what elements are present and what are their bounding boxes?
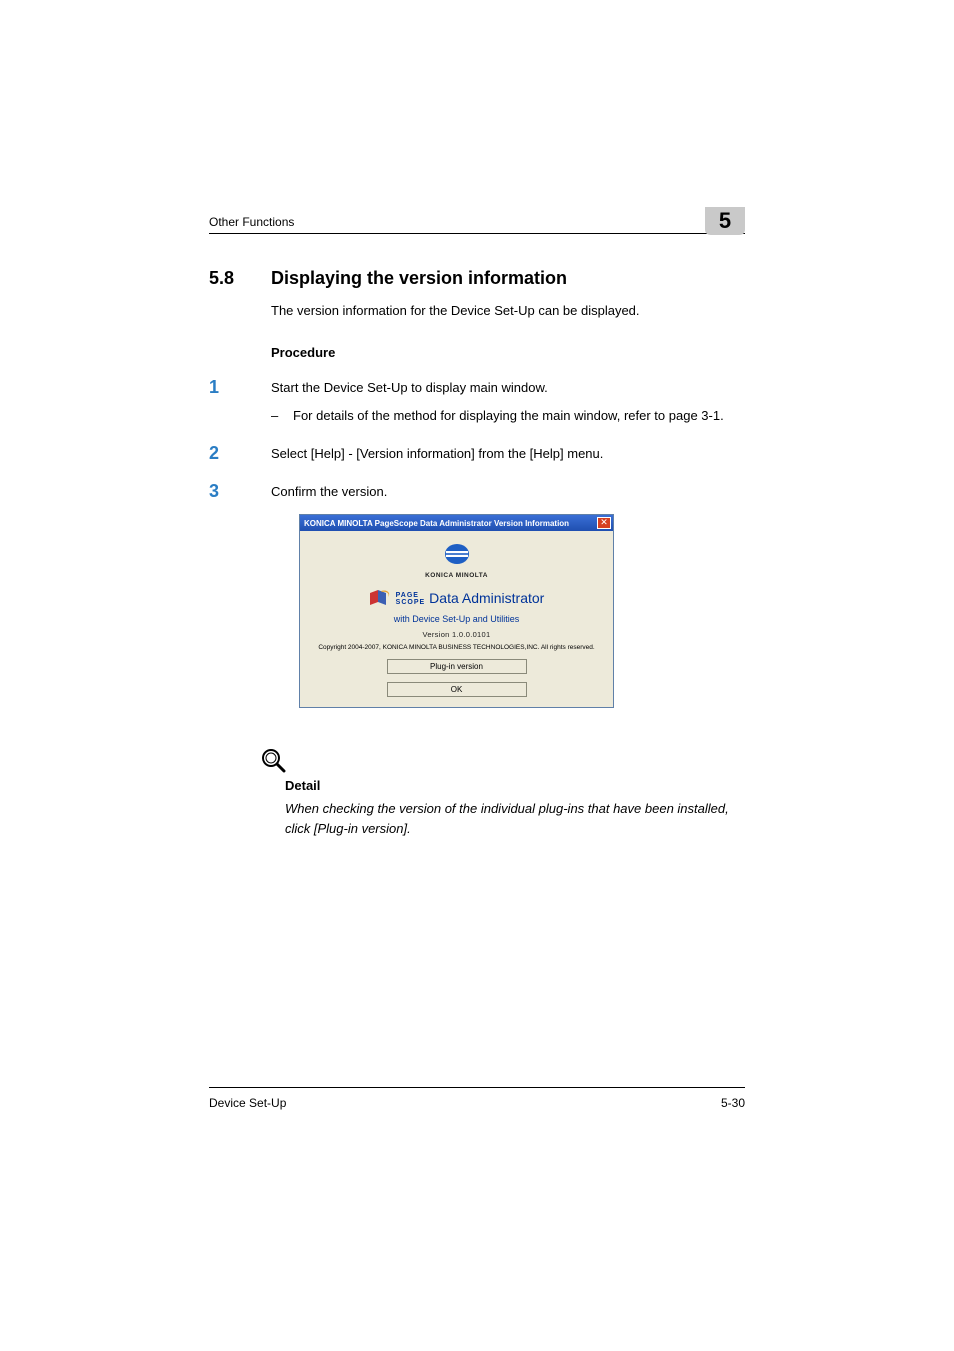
procedure-step: 3 Confirm the version.	[209, 482, 745, 502]
embedded-dialog-screenshot: KONICA MINOLTA PageScope Data Administra…	[299, 514, 745, 708]
section-number: 5.8	[209, 268, 271, 289]
step-text: Start the Device Set-Up to display main …	[271, 378, 745, 398]
dash-bullet: –	[271, 406, 293, 426]
dialog-titlebar: KONICA MINOLTA PageScope Data Administra…	[300, 515, 613, 531]
footer-left: Device Set-Up	[209, 1096, 286, 1110]
ok-button[interactable]: OK	[387, 682, 527, 697]
step-number: 2	[209, 444, 271, 464]
plugin-version-button[interactable]: Plug-in version	[387, 659, 527, 674]
step-text: Confirm the version.	[271, 482, 745, 502]
pagescope-scope-label: SCOPE	[396, 600, 426, 606]
section-heading: 5.8 Displaying the version information	[209, 268, 745, 289]
detail-magnifier-icon	[261, 748, 745, 774]
chapter-number: 5	[719, 208, 731, 233]
step-number: 1	[209, 378, 271, 426]
close-icon[interactable]: ✕	[597, 517, 611, 529]
detail-body: When checking the version of the individ…	[285, 799, 745, 838]
page-header: Other Functions 5	[209, 208, 745, 234]
pagescope-logo-icon	[369, 589, 391, 607]
pagescope-product-name: Data Administrator	[429, 590, 544, 606]
version-text: Version 1.0.0.0101	[304, 630, 609, 639]
procedure-step: 1 Start the Device Set-Up to display mai…	[209, 378, 745, 426]
section-intro: The version information for the Device S…	[271, 301, 745, 321]
step-subtext: For details of the method for displaying…	[293, 406, 745, 426]
page-footer: Device Set-Up 5-30	[209, 1087, 745, 1110]
brand-text: KONICA MINOLTA	[304, 572, 609, 579]
konica-minolta-logo-icon	[304, 543, 609, 570]
section-title: Displaying the version information	[271, 268, 567, 289]
procedure-label: Procedure	[271, 345, 745, 360]
procedure-step: 2 Select [Help] - [Version information] …	[209, 444, 745, 464]
detail-heading: Detail	[285, 778, 745, 793]
header-section-title: Other Functions	[209, 215, 294, 229]
pagescope-subtitle: with Device Set-Up and Utilities	[304, 614, 609, 624]
chapter-tab-icon: 5	[705, 207, 745, 235]
footer-right: 5-30	[721, 1096, 745, 1110]
step-number: 3	[209, 482, 271, 502]
dialog-title-text: KONICA MINOLTA PageScope Data Administra…	[304, 519, 597, 528]
step-subitem: – For details of the method for displayi…	[271, 406, 745, 426]
step-text: Select [Help] - [Version information] fr…	[271, 444, 745, 464]
copyright-text: Copyright 2004-2007, KONICA MINOLTA BUSI…	[304, 644, 609, 651]
